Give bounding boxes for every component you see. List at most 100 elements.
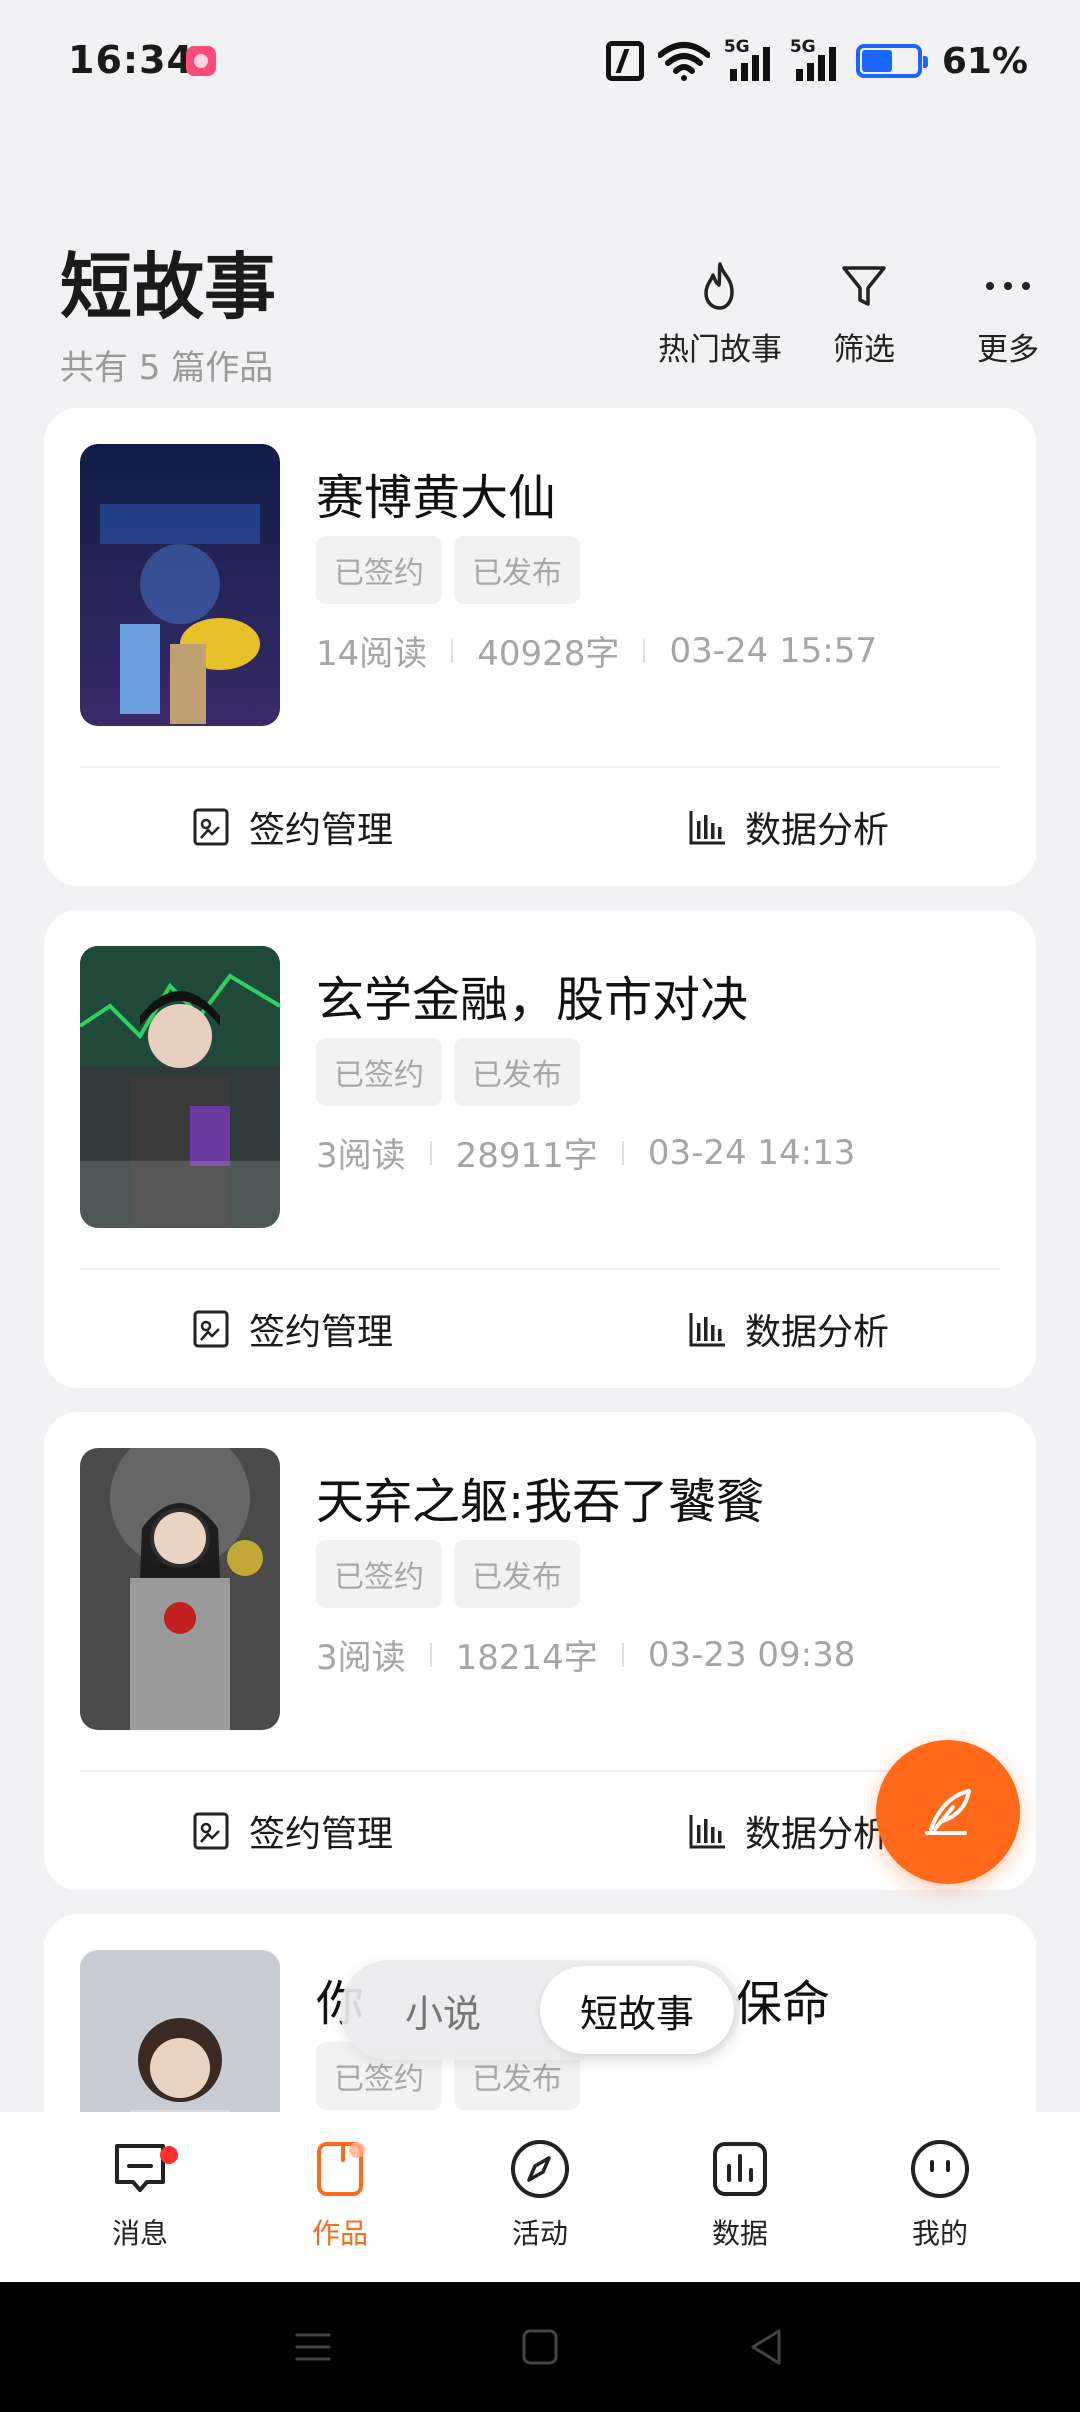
cover-image [80,444,280,726]
divider [643,638,646,663]
status-bar: 16:34 5G 5G 61% [0,0,1080,120]
word-count: 18214字 [455,1638,598,1678]
divider [621,1642,624,1667]
battery-percent: 61% [941,40,1028,82]
hot-stories-button[interactable]: 热门故事 [648,258,792,369]
data-analysis-button[interactable]: 数据分析 [540,1270,1036,1388]
contract-management-label: 签约管理 [248,810,393,851]
divider [429,1642,432,1667]
divider [429,1140,432,1165]
back-icon[interactable] [745,2325,789,2369]
word-count: 40928字 [477,634,620,674]
bar-chart-icon [689,1815,725,1849]
bottom-nav: 消息 作品 活动 数据 我的 [0,2112,1080,2282]
updated-date: 03-23 09:38 [647,1634,856,1675]
contract-management-button[interactable]: 签约管理 [44,768,540,886]
write-button[interactable] [876,1740,1020,1884]
work-title[interactable]: 玄学金融，股市对决 [316,960,748,1030]
card-actions: 签约管理 数据分析 [44,1270,1036,1388]
work-title[interactable]: 赛博黄大仙 [316,458,556,528]
divider [621,1140,624,1165]
header-actions: 热门故事 筛选 更多 [648,258,1080,369]
data-analysis-label: 数据分析 [744,1814,889,1855]
notification-dot [160,2146,178,2164]
work-tags: 已签约 已发布 [316,536,580,604]
nav-label: 数据 [711,2217,768,2250]
bar-chart-icon [689,1313,725,1347]
category-switch: 小说 短故事 [340,1960,740,2060]
nav-item-activities[interactable]: 活动 [460,2112,620,2282]
battery-icon [855,44,928,78]
status-time: 16:34 [68,38,194,82]
quill-icon [925,1789,971,1835]
page-title: 短故事 [60,244,277,329]
home-icon[interactable] [518,2325,562,2369]
updated-date: 03-24 14:13 [647,1132,856,1173]
compass-icon [511,2140,569,2198]
works-count: 共有 5 篇作品 [60,348,274,388]
app-notification-icon [186,46,216,76]
tab-short-story[interactable]: 短故事 [540,1966,734,2054]
work-card[interactable]: 赛博黄大仙 已签约 已发布 14阅读 40928字 03-24 15:57 签约… [44,408,1036,886]
more-icon [986,282,1030,290]
contract-management-label: 签约管理 [248,1814,393,1855]
read-count: 3阅读 [316,1136,406,1176]
works-icon [317,2142,365,2196]
read-count: 3阅读 [316,1638,406,1678]
network-type-label: 5G [723,37,750,57]
status-badge: 已发布 [454,536,580,604]
hot-stories-label: 热门故事 [658,332,782,368]
status-badge: 已发布 [454,1038,580,1106]
status-indicators: 5G 5G 61% [605,36,1028,86]
book-cover[interactable] [80,444,280,726]
book-cover[interactable] [80,1448,280,1730]
contract-management-button[interactable]: 签约管理 [44,1772,540,1890]
nfc-icon [605,41,644,81]
work-card[interactable]: 玄学金融，股市对决 已签约 已发布 3阅读 28911字 03-24 14:13… [44,910,1036,1388]
data-analysis-button[interactable]: 数据分析 [540,768,1036,886]
data-analysis-label: 数据分析 [744,810,889,851]
read-count: 14阅读 [316,634,428,674]
contract-icon [193,808,229,846]
nav-item-works[interactable]: 作品 [260,2112,420,2282]
work-title-end: 保命 [734,1976,831,2032]
contract-management-label: 签约管理 [248,1312,393,1353]
system-navigation-bar [0,2282,1080,2412]
nav-item-profile[interactable]: 我的 [860,2112,1020,2282]
nav-item-data[interactable]: 数据 [660,2112,820,2282]
updated-date: 03-24 15:57 [669,630,878,671]
work-stats: 3阅读 18214字 03-23 09:38 [316,1630,855,1679]
chart-icon [713,2142,767,2196]
message-icon [115,2144,165,2192]
work-stats: 14阅读 40928字 03-24 15:57 [316,626,877,675]
cover-image [80,946,280,1228]
flame-icon [704,262,734,310]
menu-icon[interactable] [291,2325,335,2369]
nav-label: 活动 [511,2217,568,2250]
status-badge: 已签约 [316,536,442,604]
more-button[interactable]: 更多 [936,258,1080,369]
signal-icon: 5G [790,37,842,81]
nav-item-messages[interactable]: 消息 [60,2112,220,2282]
contract-icon [193,1812,229,1850]
nav-label: 消息 [111,2217,168,2250]
word-count: 28911字 [455,1136,598,1176]
status-badge: 已签约 [316,1038,442,1106]
nav-label: 我的 [911,2217,968,2250]
network-type-label: 5G [789,37,816,57]
tab-novel[interactable]: 小说 [346,1966,540,2054]
book-cover[interactable] [80,946,280,1228]
work-title[interactable]: 天弃之躯:我吞了饕餮 [316,1462,764,1532]
status-badge: 已签约 [316,1540,442,1608]
wifi-icon [657,42,710,81]
work-stats: 3阅读 28911字 03-24 14:13 [316,1128,855,1177]
contract-management-button[interactable]: 签约管理 [44,1270,540,1388]
more-label: 更多 [977,332,1039,368]
divider [451,638,454,663]
filter-button[interactable]: 筛选 [792,258,936,369]
status-badge: 已发布 [454,1540,580,1608]
data-analysis-label: 数据分析 [744,1312,889,1353]
bar-chart-icon [689,811,725,845]
filter-icon [842,266,886,306]
profile-icon [911,2140,969,2198]
